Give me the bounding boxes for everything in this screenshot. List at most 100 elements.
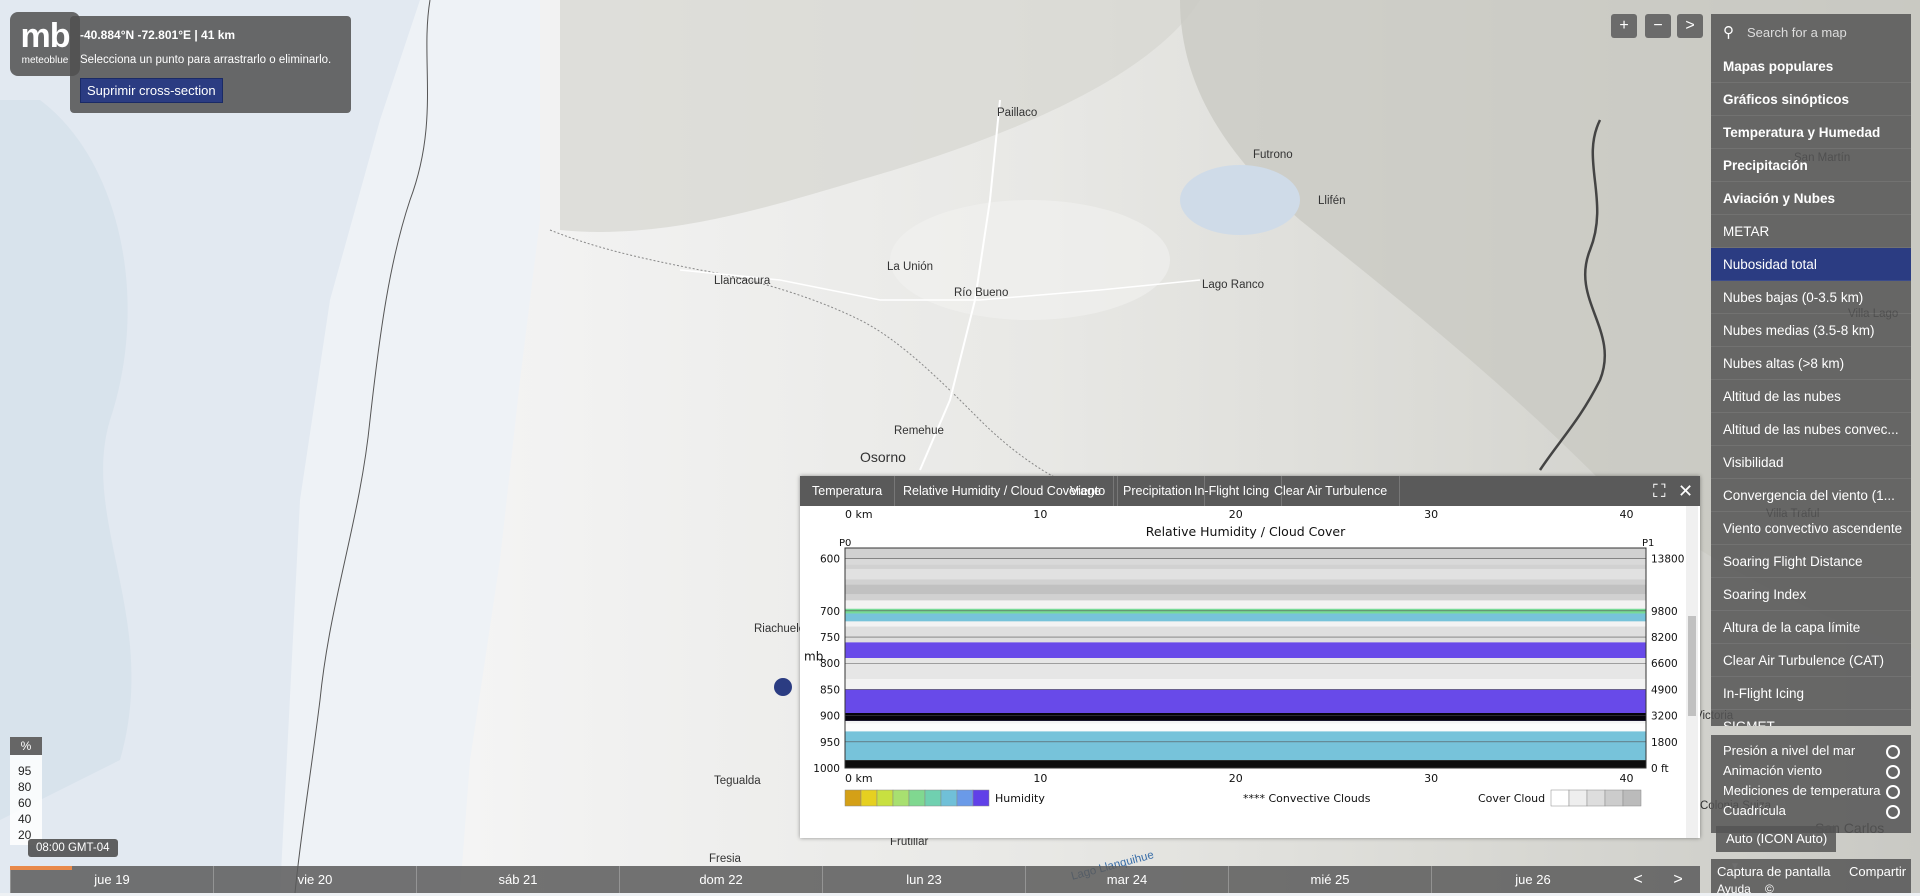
layer-toggle-switch[interactable] [1886,765,1900,779]
menu-item[interactable]: Soaring Flight Distance [1711,545,1911,578]
cross-section-point-p0[interactable] [774,678,792,696]
legend-value: 80 [18,780,32,794]
clear-zone [890,200,1170,320]
menu-item[interactable]: In-Flight Icing [1711,677,1911,710]
timeline-next-button[interactable]: > [1663,866,1693,893]
menu-item[interactable]: Altitud de las nubes [1711,380,1911,413]
place-label: Remehue [894,425,944,437]
cross-section-panel: Temperatura Relative Humidity / Cloud Cov… [800,476,1700,838]
timeline-day[interactable]: sáb 21 [416,866,619,893]
menu-item[interactable]: Temperatura y Humedad [1711,116,1911,149]
menu-item[interactable]: METAR [1711,215,1911,248]
menu-item[interactable]: Precipitación [1711,149,1911,182]
layer-toggle-label: Animación viento [1723,763,1822,778]
model-select[interactable]: Auto (ICON Auto) ▼ [1716,826,1836,872]
cloud-layer-band [845,713,1646,721]
cross-section-tab[interactable]: Clear Air Turbulence [1262,476,1401,506]
layer-toggle-switch[interactable] [1886,805,1900,819]
timeline-prev-button[interactable]: < [1623,866,1653,893]
menu-item[interactable]: Gráficos sinópticos [1711,83,1911,116]
y-left-tick-label: 1000 [813,763,840,775]
zoom-out-button[interactable]: − [1645,14,1671,38]
cross-section-tabs: Temperatura Relative Humidity / Cloud Cov… [800,476,1700,506]
menu-item[interactable]: Viento convectivo ascendente [1711,512,1911,545]
cloud-swatch [1604,789,1624,807]
search-bar: ⚲ [1711,14,1911,50]
zoom-in-button[interactable]: + [1611,14,1637,38]
y-right-tick-label: 0 ft [1651,763,1669,775]
layer-toggle-switch[interactable] [1886,745,1900,759]
x-tick-bottom-label: 10 [1033,772,1047,785]
menu-item[interactable]: Altura de la capa límite [1711,611,1911,644]
footer-links: Captura de pantalla Compartir Ayuda © [1711,859,1911,896]
x-tick-top-label: 30 [1424,508,1438,521]
timeline-day[interactable]: mar 24 [1025,866,1228,893]
legend-value: 95 [18,764,32,778]
y-left-tick-label: 950 [820,737,840,749]
humidity-swatch [860,789,878,807]
menu-item[interactable]: Nubes altas (>8 km) [1711,347,1911,380]
x-tick-bottom-label: 40 [1619,772,1633,785]
cloud-cover-band [845,568,1646,580]
legend-unit: % [10,737,42,755]
coordinates-readout: -40.884°N -72.801°E | 41 km [80,28,236,42]
humidity-swatch [876,789,894,807]
y-left-tick-label: 600 [820,553,840,565]
menu-item[interactable]: Convergencia del viento (1... [1711,479,1911,512]
place-label: Fresia [709,853,741,865]
menu-item[interactable]: Mapas populares [1711,50,1911,83]
search-input[interactable] [1745,21,1909,43]
chart-scrollbar-thumb [1688,616,1696,716]
panel-toggle-button[interactable]: > [1677,14,1703,38]
menu-item[interactable]: Visibilidad [1711,446,1911,479]
menu-item[interactable]: Aviación y Nubes [1711,182,1911,215]
place-label: Río Bueno [954,287,1009,299]
legend-humidity: Humidity [995,792,1045,805]
humidity-swatch [972,789,990,807]
cloud-swatch [1550,789,1570,807]
humidity-swatch [892,789,910,807]
timeline-day[interactable]: dom 22 [619,866,822,893]
cross-section-tab[interactable]: Temperatura [800,476,896,506]
menu-item[interactable]: Nubes medias (3.5-8 km) [1711,314,1911,347]
close-icon[interactable]: ✕ [1678,481,1693,501]
expand-icon[interactable]: ⛶ [1653,481,1666,501]
x-tick-bottom-label: 20 [1229,772,1243,785]
menu-item[interactable]: Clear Air Turbulence (CAT) [1711,644,1911,677]
y-right-tick-label: 3200 [1651,711,1678,723]
timeline-bar[interactable]: jue 19 vie 20 sáb 21 dom 22 lun 23 mar 24 mié … [10,866,1700,893]
help-link[interactable]: Ayuda [1717,882,1751,896]
legend-value: 60 [18,796,32,810]
menu-item[interactable]: SIGMET [1711,710,1911,726]
delete-cross-section-button[interactable]: Suprimir cross-section [80,78,223,103]
humidity-swatch [956,789,974,807]
timeline-day[interactable]: mié 25 [1228,866,1431,893]
timeline-day[interactable]: jue 26 [1431,866,1634,893]
screenshot-link[interactable]: Captura de pantalla [1717,864,1830,879]
cloud-layer-band [845,731,1646,761]
cross-section-tab[interactable]: Viento [1058,476,1119,506]
menu-item[interactable]: Soaring Index [1711,578,1911,611]
point-end-label: P1 [1642,538,1654,549]
menu-item[interactable]: Nubosidad total [1711,248,1911,281]
timeline-day[interactable]: jue 19 [10,866,213,893]
timeline-day[interactable]: lun 23 [822,866,1025,893]
share-link[interactable]: Compartir [1849,864,1906,879]
cloud-layer-band [845,642,1646,658]
layer-toggle-label: Presión a nivel del mar [1723,743,1856,758]
menu-item[interactable]: Altitud de las nubes convec... [1711,413,1911,446]
y-left-tick-label: 900 [820,711,840,723]
cloud-cover-band [845,584,1646,595]
layer-toggle-label: Cuadrícula [1723,803,1786,818]
legend-cloud: Cover Cloud [1478,792,1545,805]
map-menu: ⚲ Mapas popularesGráficos sinópticosTemp… [1711,14,1911,726]
timeline-day[interactable]: vie 20 [213,866,416,893]
y-right-tick-label: 1800 [1651,737,1678,749]
menu-item[interactable]: Nubes bajas (0-3.5 km) [1711,281,1911,314]
humidity-swatch [924,789,942,807]
y-left-tick-label: 750 [820,632,840,644]
layer-toggle-switch[interactable] [1886,785,1900,799]
place-label: Futrono [1253,149,1293,161]
color-legend: % 95 80 60 40 20 [10,737,42,845]
place-label: Paillaco [997,107,1038,119]
